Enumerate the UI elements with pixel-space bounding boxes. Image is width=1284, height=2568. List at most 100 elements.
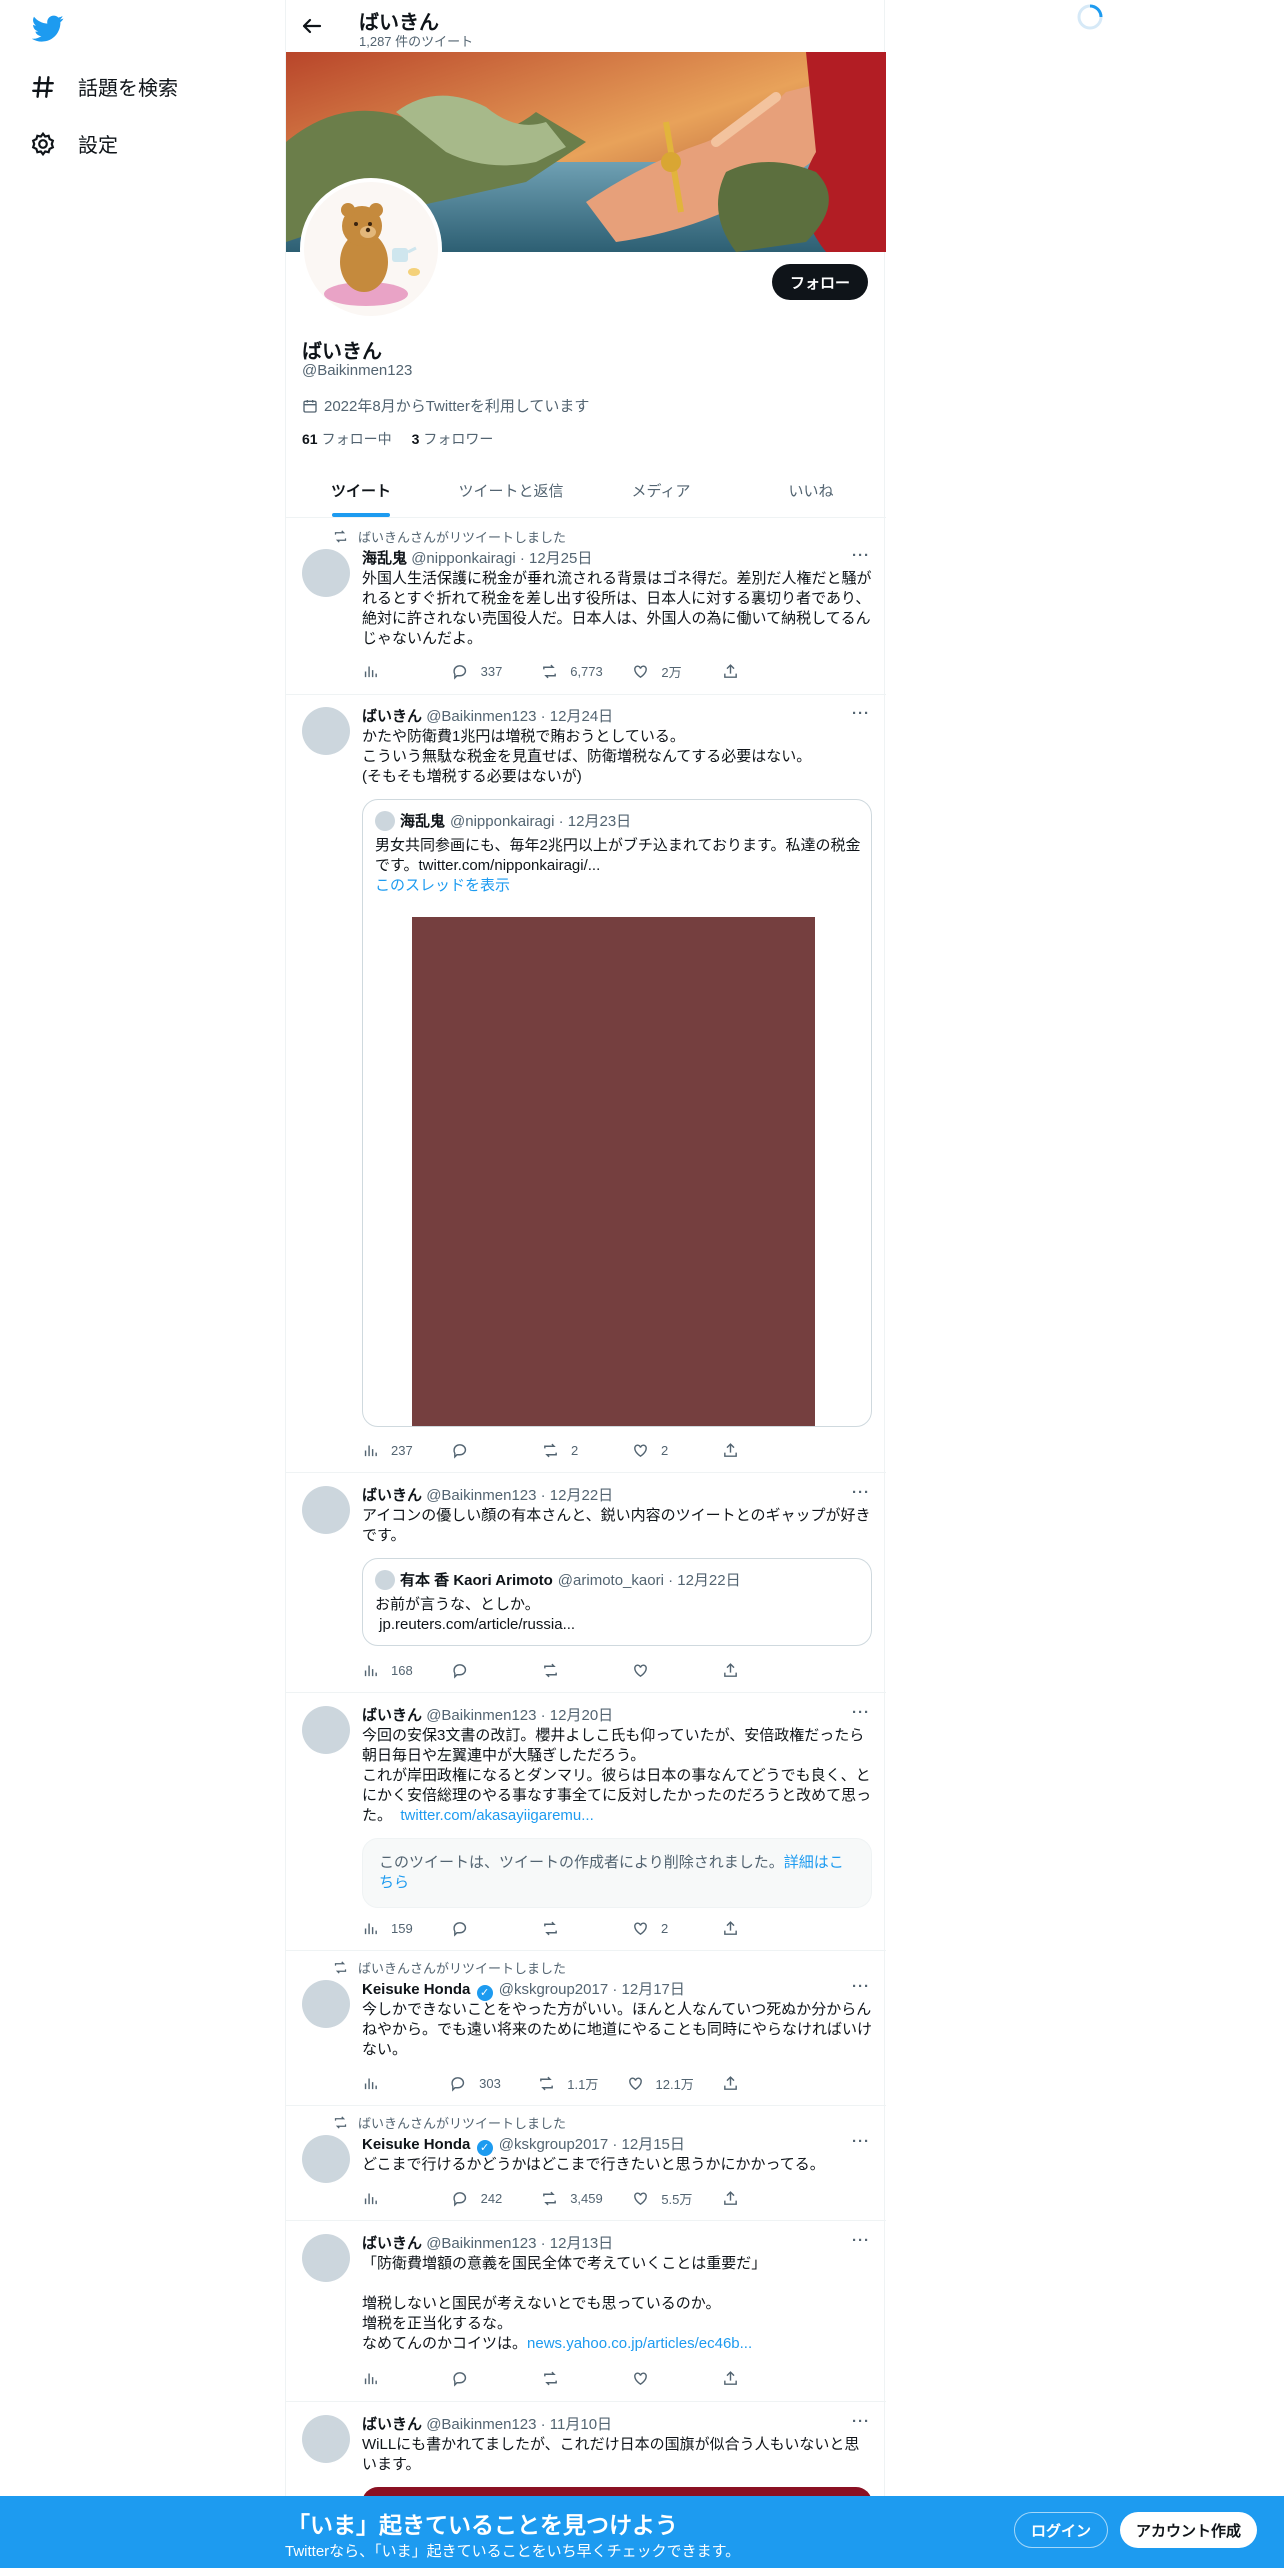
author-avatar[interactable] bbox=[302, 1486, 350, 1534]
verified-badge-icon: ✓ bbox=[476, 2140, 493, 2156]
reply-button[interactable]: 303 bbox=[450, 2073, 510, 2093]
author-name[interactable]: Keisuke Honda bbox=[362, 1981, 470, 1998]
views-button[interactable]: 168 bbox=[362, 1660, 422, 1680]
tweet-item[interactable]: ばいきん @Baikinmen123 · 12月13日 ··· 「防衛費増額の意… bbox=[286, 2222, 886, 2402]
author-name[interactable]: 海乱鬼 bbox=[362, 550, 407, 567]
back-arrow-icon[interactable] bbox=[300, 14, 324, 38]
reply-button[interactable] bbox=[452, 1918, 512, 1938]
retweet-button[interactable]: 3,459 bbox=[541, 2188, 603, 2208]
reply-count: 242 bbox=[480, 2190, 503, 2206]
views-button[interactable] bbox=[362, 2073, 422, 2093]
twitter-logo-icon[interactable] bbox=[32, 12, 64, 44]
like-button[interactable] bbox=[632, 2368, 692, 2388]
author-avatar[interactable] bbox=[302, 2234, 350, 2282]
tab-likes[interactable]: いいね bbox=[736, 466, 886, 517]
tweet-actions bbox=[362, 2368, 782, 2388]
author-name[interactable]: ばいきん bbox=[362, 1707, 422, 1724]
nav-explore[interactable]: 話題を検索 bbox=[30, 72, 178, 101]
tweet-item[interactable]: ばいきん @Baikinmen123 · 12月20日 ··· 今回の安保3文書… bbox=[286, 1694, 886, 1951]
like-button[interactable]: 2 bbox=[632, 1440, 692, 1460]
views-button[interactable] bbox=[362, 2188, 422, 2208]
more-options-icon[interactable]: ··· bbox=[852, 2413, 870, 2430]
views-chart-icon bbox=[364, 2078, 377, 2089]
more-options-icon[interactable]: ··· bbox=[852, 705, 870, 722]
nav-settings[interactable]: 設定 bbox=[30, 129, 118, 158]
retweet-button[interactable] bbox=[542, 1660, 602, 1680]
reply-button[interactable] bbox=[452, 1440, 512, 1460]
reply-button[interactable]: 337 bbox=[452, 661, 512, 681]
tweet-item[interactable]: ばいきん @Baikinmen123 · 12月24日 ··· かたや防衛費1兆… bbox=[286, 695, 886, 1473]
follow-button[interactable]: フォロー bbox=[771, 264, 868, 300]
views-button[interactable]: 237 bbox=[362, 1440, 422, 1460]
tweet-header: ばいきん @Baikinmen123 · 12月24日 bbox=[362, 705, 613, 726]
more-options-icon[interactable]: ··· bbox=[852, 547, 870, 564]
retweet-button[interactable]: 2 bbox=[542, 1440, 602, 1460]
author-avatar[interactable] bbox=[302, 1706, 350, 1754]
author-avatar[interactable] bbox=[302, 2135, 350, 2183]
retweet-button[interactable]: 6,773 bbox=[541, 661, 603, 681]
author-name[interactable]: ばいきん bbox=[362, 1487, 422, 1504]
author-name[interactable]: ばいきん bbox=[362, 2416, 422, 2433]
retweet-indicator: ばいきんさんがリツイートしました bbox=[333, 2113, 566, 2132]
profile-avatar[interactable] bbox=[300, 178, 442, 320]
share-button[interactable] bbox=[722, 2073, 782, 2093]
share-button[interactable] bbox=[722, 2368, 782, 2388]
author-name[interactable]: Keisuke Honda bbox=[362, 2136, 470, 2153]
tab-tweets[interactable]: ツイート bbox=[286, 466, 436, 517]
author-avatar[interactable] bbox=[302, 707, 350, 755]
share-button[interactable] bbox=[722, 1660, 782, 1680]
like-button[interactable]: 5.5万 bbox=[632, 2188, 692, 2208]
tab-tweets-and-replies[interactable]: ツイートと返信 bbox=[436, 466, 586, 517]
author-name[interactable]: ばいきん bbox=[362, 2235, 422, 2252]
followers-stat[interactable]: 3 フォロワー bbox=[412, 429, 494, 449]
hashtag-icon bbox=[32, 75, 54, 98]
calendar-icon bbox=[303, 399, 317, 413]
retweet-button[interactable]: 1.1万 bbox=[538, 2073, 598, 2093]
quote-media-image[interactable] bbox=[412, 917, 815, 1426]
quoted-tweet[interactable]: 有本 香 Kaori Arimoto @arimoto_kaori · 12月22… bbox=[362, 1558, 872, 1646]
tweet-meta: @kskgroup2017 · 12月17日 bbox=[498, 1981, 685, 1998]
more-options-icon[interactable]: ··· bbox=[852, 1704, 870, 1721]
retweet-icon bbox=[543, 664, 557, 678]
author-name[interactable]: ばいきん bbox=[362, 708, 422, 725]
share-button[interactable] bbox=[722, 2188, 782, 2208]
login-button[interactable]: ログイン bbox=[1014, 2512, 1109, 2548]
views-button[interactable] bbox=[362, 2368, 422, 2388]
following-stat[interactable]: 61 フォロー中 bbox=[302, 429, 392, 449]
like-button[interactable]: 2 bbox=[632, 1918, 692, 1938]
tab-media[interactable]: メディア bbox=[586, 466, 736, 517]
tweet-link[interactable]: twitter.com/akasayiigaremu... bbox=[400, 1807, 593, 1824]
reply-button[interactable] bbox=[452, 1660, 512, 1680]
share-button[interactable] bbox=[722, 661, 782, 681]
like-button[interactable]: 2万 bbox=[632, 661, 692, 681]
more-options-icon[interactable]: ··· bbox=[852, 2133, 870, 2150]
reply-icon bbox=[453, 1921, 467, 1937]
tweet-item[interactable]: ばいきん @Baikinmen123 · 12月22日 ··· アイコンの優しい… bbox=[286, 1474, 886, 1693]
like-button[interactable] bbox=[632, 1660, 692, 1680]
tweet-link[interactable]: news.yahoo.co.jp/articles/ec46b... bbox=[527, 2335, 752, 2352]
reply-button[interactable] bbox=[452, 2368, 512, 2388]
tweet-item[interactable]: ばいきんさんがリツイートしました Keisuke Honda ✓ @kskgro… bbox=[286, 2107, 886, 2221]
retweet-button[interactable] bbox=[542, 1918, 602, 1938]
quoted-tweet[interactable]: 海乱鬼 @nipponkairagi · 12月23日 男女共同参画にも、毎年2兆… bbox=[362, 799, 872, 1427]
retweet-button[interactable] bbox=[542, 2368, 602, 2388]
views-button[interactable]: 159 bbox=[362, 1918, 422, 1938]
share-button[interactable] bbox=[722, 1918, 782, 1938]
deleted-notice-text: このツイートは、ツイートの作成者により削除されました。 bbox=[379, 1854, 784, 1871]
more-options-icon[interactable]: ··· bbox=[852, 1978, 870, 1995]
tweet-item[interactable]: ばいきんさんがリツイートしました 海乱鬼 @nipponkairagi · 12… bbox=[286, 519, 886, 695]
tweet-item[interactable]: ばいきんさんがリツイートしました Keisuke Honda ✓ @kskgro… bbox=[286, 1952, 886, 2106]
signup-button[interactable]: アカウント作成 bbox=[1120, 2512, 1258, 2548]
like-button[interactable]: 12.1万 bbox=[627, 2073, 694, 2093]
reply-button[interactable]: 242 bbox=[452, 2188, 512, 2208]
more-options-icon[interactable]: ··· bbox=[852, 1484, 870, 1501]
more-options-icon[interactable]: ··· bbox=[852, 2232, 870, 2249]
author-avatar[interactable] bbox=[302, 1980, 350, 2028]
author-avatar[interactable] bbox=[302, 2415, 350, 2463]
show-thread-link[interactable]: このスレッドを表示 bbox=[375, 876, 861, 896]
author-avatar[interactable] bbox=[302, 549, 350, 597]
tweet-meta: @nipponkairagi · 12月25日 bbox=[411, 550, 593, 567]
views-button[interactable] bbox=[362, 661, 422, 681]
share-button[interactable] bbox=[722, 1440, 782, 1460]
tweet-text: アイコンの優しい顔の有本さんと、鋭い内容のツイートとのギャップが好きです。 bbox=[362, 1507, 871, 1544]
